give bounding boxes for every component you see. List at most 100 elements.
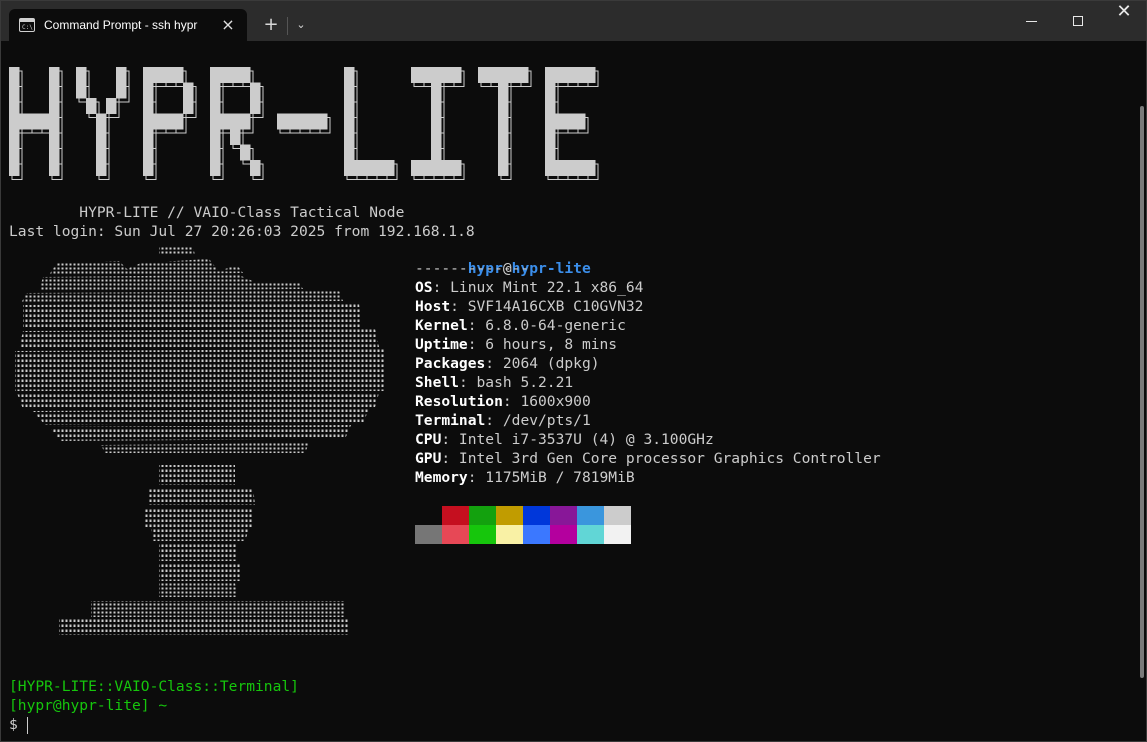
banner-block	[344, 144, 355, 161]
banner-block	[116, 67, 127, 83]
banner-block	[163, 113, 174, 130]
banner-block	[451, 67, 462, 83]
banner-block	[9, 67, 20, 83]
banner-block	[545, 160, 556, 176]
banner-block	[173, 113, 184, 130]
maximize-button[interactable]	[1055, 1, 1101, 41]
banner-block	[384, 160, 395, 176]
banner-block	[498, 129, 509, 145]
banner-block	[441, 160, 452, 176]
banner-block	[49, 98, 60, 114]
banner-block	[76, 82, 87, 99]
tab-close-icon[interactable]: ×	[219, 15, 237, 35]
banner-block	[210, 82, 221, 99]
info-value: : 2064 (dpkg)	[485, 355, 600, 372]
chevron-down-icon[interactable]: ⌄	[293, 15, 309, 35]
banner-block	[565, 113, 576, 130]
banner-block	[344, 129, 355, 145]
banner-block	[344, 82, 355, 99]
banner-block	[250, 98, 261, 114]
info-row-gpu: GPU: Intel 3rd Gen Core processor Graphi…	[415, 449, 881, 468]
color-swatch	[496, 525, 523, 544]
text-cursor[interactable]	[27, 717, 28, 734]
banner-block	[344, 160, 355, 176]
info-row-os: OS: Linux Mint 22.1 x86_64	[415, 278, 643, 297]
banner-block	[220, 67, 231, 83]
banner-block	[96, 144, 107, 161]
info-row-memory: Memory: 1175MiB / 7819MiB	[415, 468, 635, 487]
info-value: : SVF14A16CXB C10GVN32	[450, 298, 644, 315]
terminal-output[interactable]: HYPR-LITE // VAIO-Class Tactical Node La…	[1, 41, 1139, 741]
banner-block	[344, 113, 355, 130]
banner-block	[431, 67, 442, 83]
banner-block	[488, 67, 499, 83]
info-value: : Linux Mint 22.1 x86_64	[432, 279, 644, 296]
banner-block	[210, 144, 221, 161]
banner-block	[9, 129, 20, 145]
info-value: : 1600x900	[502, 393, 591, 410]
info-row-host: Host: SVF14A16CXB C10GVN32	[415, 297, 643, 316]
info-value: : 1175MiB / 7819MiB	[467, 469, 635, 486]
banner-block	[9, 113, 20, 130]
banner-block	[9, 82, 20, 99]
info-row-packages: Packages: 2064 (dpkg)	[415, 354, 600, 373]
color-swatch	[415, 525, 442, 544]
banner-block	[344, 67, 355, 83]
color-swatch	[577, 506, 604, 525]
banner-block	[29, 113, 40, 130]
banner-block	[210, 98, 221, 114]
color-swatch	[442, 506, 469, 525]
banner-block	[49, 82, 60, 99]
banner-block	[230, 113, 241, 130]
banner-block	[173, 67, 184, 83]
command-prompt-icon: C:\	[19, 18, 35, 32]
banner-block	[287, 113, 298, 130]
title-bar[interactable]: C:\ Command Prompt - ssh hypr × + ⌄ ✕	[1, 1, 1146, 41]
banner-block	[210, 67, 221, 83]
tab-command-prompt[interactable]: C:\ Command Prompt - ssh hypr ×	[9, 9, 247, 41]
banner-block	[441, 67, 452, 83]
banner-block	[344, 98, 355, 114]
info-value: : Intel 3rd Gen Core processor Graphics …	[441, 450, 881, 467]
banner-block	[498, 160, 509, 176]
banner-block	[240, 144, 251, 161]
banner-block	[575, 113, 586, 130]
info-key: Host	[415, 298, 451, 315]
banner-block	[9, 160, 20, 176]
info-key: Uptime	[415, 336, 468, 353]
banner-block	[374, 160, 385, 176]
color-swatch	[469, 506, 496, 525]
banner-block	[250, 160, 261, 176]
minimize-button[interactable]	[1009, 1, 1055, 41]
banner-block	[9, 144, 20, 161]
banner-block	[498, 82, 509, 99]
info-key: Shell	[415, 374, 459, 391]
info-value: : Intel i7-3537U (4) @ 3.100GHz	[441, 431, 714, 448]
banner-block	[143, 113, 154, 130]
scrollbar[interactable]	[1140, 106, 1144, 678]
banner-block	[411, 160, 422, 176]
banner-block	[575, 67, 586, 83]
banner-block	[364, 160, 375, 176]
banner-block	[76, 67, 87, 83]
prompt-user-path: [hypr@hypr-lite] ~	[9, 697, 168, 714]
banner-block	[96, 160, 107, 176]
banner-block	[498, 113, 509, 130]
color-swatch	[523, 525, 550, 544]
info-row-kernel: Kernel: 6.8.0-64-generic	[415, 316, 626, 335]
info-key: Kernel	[415, 317, 468, 334]
close-window-button[interactable]: ✕	[1101, 1, 1147, 41]
tab-separator	[287, 17, 288, 35]
tab-title: Command Prompt - ssh hypr	[44, 18, 198, 32]
banner-block	[106, 98, 117, 114]
banner-block	[518, 67, 529, 83]
banner-block	[210, 129, 221, 145]
info-key: Terminal	[415, 412, 486, 429]
banner-block	[555, 113, 566, 130]
banner-block	[163, 67, 174, 83]
separator-line: -------------	[415, 260, 530, 277]
banner-block	[545, 113, 556, 130]
new-tab-button[interactable]: +	[259, 13, 283, 37]
banner-block	[354, 160, 365, 176]
maximize-icon	[1073, 16, 1083, 26]
